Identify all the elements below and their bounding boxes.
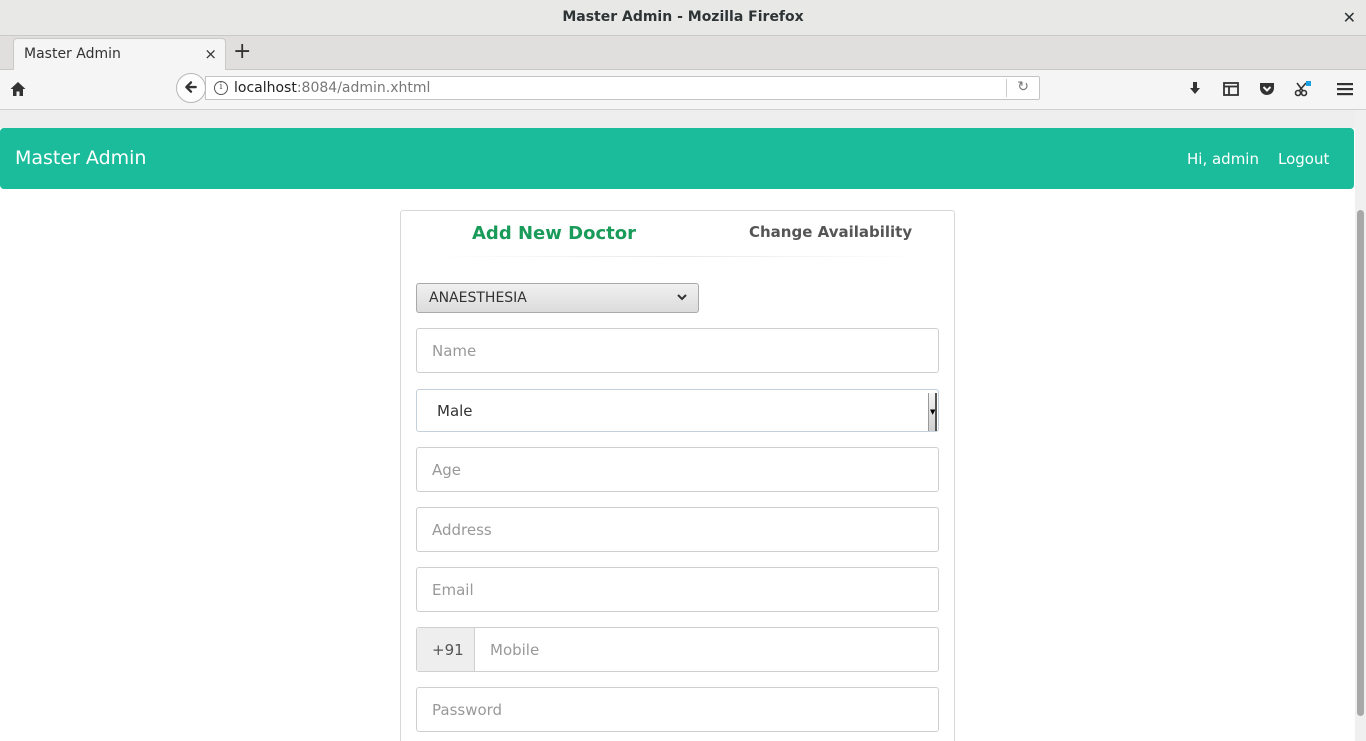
mobile-placeholder: Mobile (490, 641, 540, 659)
brand-link[interactable]: Master Admin (15, 147, 146, 169)
address-placeholder: Address (432, 521, 492, 539)
browser-tab[interactable]: Master Admin × (13, 38, 226, 70)
menu-icon[interactable] (1335, 79, 1355, 99)
department-value: ANAESTHESIA (429, 290, 527, 306)
window-close-button[interactable]: ✕ (1343, 8, 1356, 27)
site-info-icon[interactable]: i (214, 81, 228, 95)
logout-link[interactable]: Logout (1278, 150, 1329, 168)
screenshot-icon[interactable] (1293, 79, 1313, 99)
new-tab-button[interactable]: + (233, 40, 251, 64)
url-bar[interactable]: i localhost:8084/admin.xhtml ↻ (205, 76, 1040, 100)
library-icon[interactable] (1221, 79, 1241, 99)
back-button[interactable] (176, 73, 206, 103)
download-icon[interactable] (1185, 79, 1205, 99)
address-field[interactable]: Address (416, 507, 939, 552)
email-placeholder: Email (432, 581, 474, 599)
password-field[interactable]: Password (416, 687, 939, 732)
back-arrow-icon (185, 81, 197, 93)
page-top-strip (0, 110, 1355, 128)
name-field[interactable]: Name (416, 328, 939, 373)
browser-tabstrip: Master Admin × (0, 36, 1366, 70)
url-host: localhost (234, 80, 297, 96)
caret-down-icon: ▼ (930, 408, 936, 416)
email-field[interactable]: Email (416, 567, 939, 612)
tab-add-new-doctor[interactable]: Add New Doctor (472, 223, 636, 244)
url-separator (1006, 79, 1007, 97)
gender-dropdown-button[interactable]: ▼ (928, 393, 937, 431)
pocket-icon[interactable] (1257, 79, 1277, 99)
doctor-form-panel: Add New Doctor Change Availability ANAES… (400, 210, 955, 741)
reload-icon[interactable]: ↻ (1017, 79, 1029, 95)
window-titlebar: Master Admin - Mozilla Firefox ✕ (0, 0, 1366, 36)
gender-value: Male (437, 402, 473, 420)
url-path: :8084/admin.xhtml (296, 80, 431, 96)
age-placeholder: Age (432, 461, 462, 479)
home-icon[interactable] (9, 80, 27, 98)
browser-tab-title: Master Admin (24, 46, 121, 62)
scrollbar-thumb[interactable] (1357, 210, 1364, 716)
app-header: Master Admin Hi, admin Logout (0, 128, 1354, 189)
page-content: Master Admin Hi, admin Logout Add New Do… (0, 110, 1355, 741)
chevron-down-icon (677, 294, 687, 301)
age-field[interactable]: Age (416, 447, 939, 492)
user-greeting[interactable]: Hi, admin (1187, 150, 1259, 168)
page-scrollbar[interactable] (1355, 110, 1366, 741)
tab-close-icon[interactable]: × (204, 45, 217, 63)
password-placeholder: Password (432, 701, 503, 719)
browser-navbar: i localhost:8084/admin.xhtml ↻ (0, 70, 1366, 110)
name-placeholder: Name (432, 342, 477, 360)
mobile-field[interactable]: +91 Mobile (416, 627, 939, 672)
country-code: +91 (432, 641, 464, 659)
tab-divider (433, 256, 923, 257)
url-text[interactable]: localhost:8084/admin.xhtml (234, 80, 430, 96)
gender-select[interactable]: Male ▼ (416, 389, 939, 432)
tab-change-availability[interactable]: Change Availability (749, 223, 912, 241)
department-select[interactable]: ANAESTHESIA (416, 283, 699, 313)
country-code-addon: +91 (417, 628, 475, 671)
window-title: Master Admin - Mozilla Firefox (562, 9, 804, 25)
